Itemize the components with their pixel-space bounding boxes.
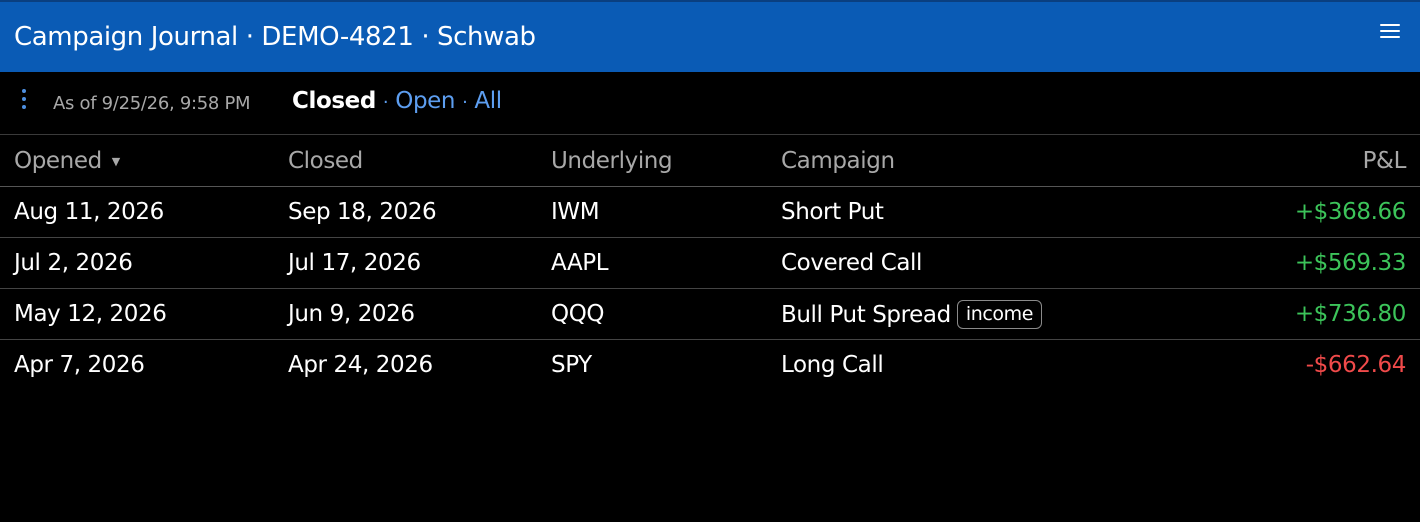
filter-closed[interactable]: Closed (292, 88, 376, 114)
sort-down-icon: ▼ (111, 154, 120, 168)
column-header-underlying[interactable]: Underlying (551, 135, 781, 187)
as-of-timestamp: As of 9/25/26, 9:58 PM (53, 93, 251, 114)
campaign-name: Short Put (781, 199, 884, 225)
cell-underlying: IWM (551, 186, 781, 238)
cell-underlying: QQQ (551, 288, 781, 340)
table-row[interactable]: Aug 11, 2026 Sep 18, 2026 IWM Short Put … (0, 186, 1420, 238)
title-bar: Campaign Journal · DEMO-4821 · Schwab (0, 0, 1420, 72)
cell-campaign: Covered Call (781, 237, 1186, 289)
cell-pnl: +$569.33 (1186, 237, 1420, 289)
campaign-table: Opened ▼ Closed Underlying Campaign P&L A… (0, 135, 1420, 390)
campaign-tag-badge[interactable]: income (956, 299, 1043, 329)
table-header-row: Opened ▼ Closed Underlying Campaign P&L (0, 135, 1420, 187)
table-row[interactable]: May 12, 2026 Jun 9, 2026 QQQ Bull Put Sp… (0, 288, 1420, 340)
cell-opened: Jul 2, 2026 (0, 237, 288, 289)
cell-opened: Apr 7, 2026 (14, 352, 145, 378)
cell-closed: Apr 24, 2026 (288, 352, 433, 378)
filter-separator: · (462, 92, 468, 113)
kebab-vertical-icon[interactable] (22, 89, 30, 113)
cell-opened: May 12, 2026 (0, 288, 288, 340)
hamburger-menu-icon[interactable] (1380, 24, 1400, 42)
campaign-name: Bull Put Spread (781, 301, 951, 328)
cell-campaign: Bull Put Spread income (781, 288, 1186, 340)
cell-pnl: +$736.80 (1186, 288, 1420, 340)
column-header-campaign[interactable]: Campaign (781, 135, 1186, 187)
filter-all[interactable]: All (474, 88, 502, 114)
filter-open[interactable]: Open (395, 88, 455, 114)
cell-underlying: AAPL (551, 237, 781, 289)
cell-campaign: Long Call (781, 340, 1186, 391)
status-filter: Closed · Open · All (292, 88, 502, 114)
filter-separator: · (382, 92, 389, 113)
cell-underlying: SPY (551, 352, 592, 378)
column-header-pnl[interactable]: P&L (1186, 135, 1420, 187)
campaign-name: Long Call (781, 352, 884, 378)
cell-opened: Aug 11, 2026 (0, 186, 288, 238)
table-row[interactable]: Apr 7, 2026 Apr 24, 2026 SPY Long Call -… (0, 340, 1420, 391)
column-header-opened-label: Opened (14, 147, 102, 174)
cell-closed: Sep 18, 2026 (288, 186, 551, 238)
column-header-closed[interactable]: Closed (288, 135, 551, 187)
toolbar: As of 9/25/26, 9:58 PM Closed · Open · All (0, 72, 1420, 135)
cell-pnl: -$662.64 (1305, 352, 1407, 378)
column-header-opened[interactable]: Opened ▼ (0, 135, 288, 187)
table-row[interactable]: Jul 2, 2026 Jul 17, 2026 AAPL Covered Ca… (0, 237, 1420, 289)
cell-pnl: +$368.66 (1186, 186, 1420, 238)
cell-closed: Jul 17, 2026 (288, 237, 551, 289)
page-title: Campaign Journal · DEMO-4821 · Schwab (14, 22, 536, 52)
cell-closed: Jun 9, 2026 (288, 288, 551, 340)
cell-campaign: Short Put (781, 186, 1186, 238)
campaign-name: Covered Call (781, 250, 923, 276)
